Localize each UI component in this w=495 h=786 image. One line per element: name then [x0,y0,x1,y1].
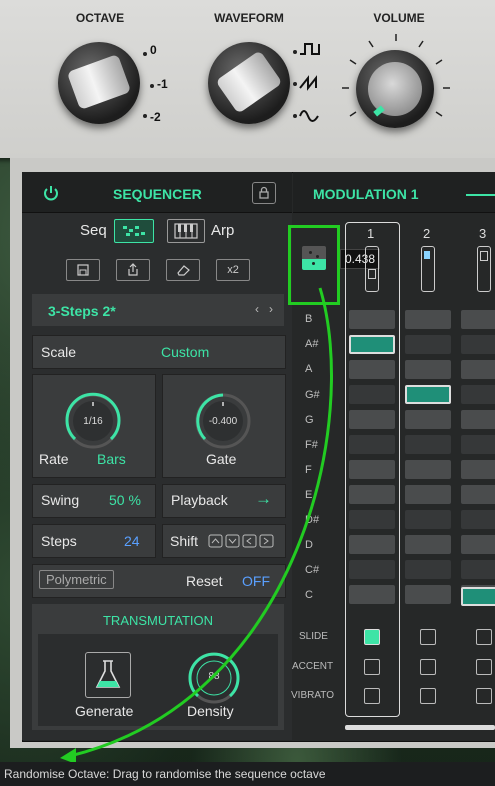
status-tooltip: Randomise Octave: Drag to randomise the … [0,762,495,786]
annotation-arrow [60,287,333,764]
